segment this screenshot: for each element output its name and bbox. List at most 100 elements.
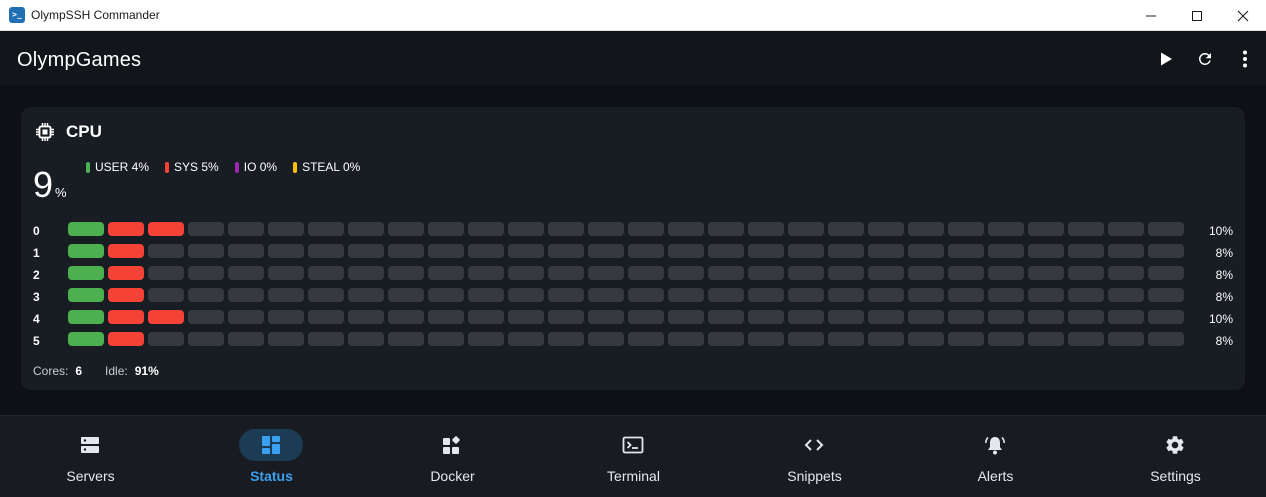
cpu-stats: Cores: 6 Idle: 91% [33, 364, 182, 378]
refresh-button[interactable] [1192, 45, 1218, 73]
nav-item-settings[interactable]: Settings [1085, 416, 1266, 497]
usage-segment-empty [988, 266, 1024, 280]
nav-pill-active [239, 429, 303, 461]
nav-label: Docker [430, 468, 475, 484]
usage-segment-empty [948, 310, 984, 324]
legend-sys-swatch [165, 161, 170, 173]
usage-segment-empty [668, 332, 704, 346]
legend-sys: SYS 5% [165, 160, 219, 174]
usage-segment-empty [788, 332, 824, 346]
cpu-total: 9% [33, 167, 67, 203]
usage-segment-empty [788, 244, 824, 258]
nav-pill [58, 429, 122, 461]
usage-segment-empty [788, 222, 824, 236]
usage-segment-empty [1108, 332, 1144, 346]
usage-segment-empty [988, 310, 1024, 324]
usage-segment-empty [308, 310, 344, 324]
nav-item-terminal[interactable]: Terminal [543, 416, 724, 497]
usage-segment-empty [948, 244, 984, 258]
nav-label: Status [250, 468, 293, 484]
usage-segment-empty [708, 332, 744, 346]
usage-segment-empty [188, 222, 224, 236]
nav-label: Alerts [977, 468, 1014, 484]
usage-segment-empty [588, 310, 624, 324]
core-usage-bar [68, 310, 1188, 324]
cpu-card: CPU 9% USER 4% SYS 5% IO 0% STEAL 0% 0 1… [21, 107, 1245, 390]
usage-segment-empty [668, 244, 704, 258]
run-button[interactable] [1153, 45, 1179, 73]
usage-segment-empty [868, 332, 904, 346]
usage-segment-empty [1028, 332, 1064, 346]
cpu-legend: USER 4% SYS 5% IO 0% STEAL 0% [86, 160, 376, 174]
usage-segment-empty [748, 310, 784, 324]
core-usage-bar [68, 266, 1188, 280]
usage-segment-empty [388, 332, 424, 346]
servers-icon [81, 437, 99, 453]
usage-segment-empty [908, 266, 944, 280]
usage-segment-empty [468, 266, 504, 280]
minimize-button[interactable] [1128, 0, 1174, 31]
legend-steal: STEAL 0% [293, 160, 360, 174]
usage-segment-empty [308, 244, 344, 258]
usage-segment-empty [908, 288, 944, 302]
usage-segment-empty [308, 332, 344, 346]
usage-segment-empty [468, 288, 504, 302]
usage-segment-empty [228, 332, 264, 346]
nav-item-docker[interactable]: Docker [362, 416, 543, 497]
usage-segment-empty [468, 222, 504, 236]
close-button[interactable] [1220, 0, 1266, 31]
usage-segment-empty [428, 266, 464, 280]
usage-segment-empty [428, 288, 464, 302]
usage-segment-empty [1148, 332, 1184, 346]
nav-item-status[interactable]: Status [181, 416, 362, 497]
usage-segment-empty [228, 244, 264, 258]
usage-segment-empty [588, 288, 624, 302]
usage-segment-empty [148, 244, 184, 258]
usage-segment-empty [708, 266, 744, 280]
usage-segment-empty [268, 310, 304, 324]
maximize-button[interactable] [1174, 0, 1220, 31]
usage-segment-empty [628, 288, 664, 302]
usage-segment-empty [588, 244, 624, 258]
usage-segment-empty [1068, 244, 1104, 258]
window-titlebar: >_ OlympSSH Commander [0, 0, 1266, 31]
legend-user-swatch [86, 161, 90, 173]
nav-label: Settings [1150, 468, 1201, 484]
usage-segment-empty [268, 222, 304, 236]
usage-segment-empty [388, 222, 424, 236]
nav-item-alerts[interactable]: Alerts [905, 416, 1086, 497]
usage-segment-empty [628, 332, 664, 346]
usage-segment-empty [868, 244, 904, 258]
usage-segment-empty [1148, 222, 1184, 236]
status-content: CPU 9% USER 4% SYS 5% IO 0% STEAL 0% 0 1… [0, 85, 1266, 415]
usage-segment-empty [828, 244, 864, 258]
usage-segment-empty [1148, 288, 1184, 302]
usage-segment-empty [548, 266, 584, 280]
core-row: 5 8% [33, 331, 1233, 353]
usage-segment-empty [908, 310, 944, 324]
nav-item-servers[interactable]: Servers [0, 416, 181, 497]
usage-segment-empty [188, 310, 224, 324]
usage-segment-empty [468, 244, 504, 258]
usage-segment-empty [668, 288, 704, 302]
usage-segment-empty [468, 332, 504, 346]
usage-segment-empty [868, 222, 904, 236]
nav-item-snippets[interactable]: Snippets [724, 416, 905, 497]
usage-segment-empty [1028, 266, 1064, 280]
core-id: 5 [33, 334, 40, 348]
usage-segment-empty [748, 288, 784, 302]
usage-segment-empty [708, 244, 744, 258]
usage-segment-empty [588, 222, 624, 236]
usage-segment-empty [308, 288, 344, 302]
usage-segment-empty [948, 222, 984, 236]
usage-segment-sys [108, 266, 144, 280]
usage-segment-empty [388, 310, 424, 324]
usage-segment-empty [1148, 244, 1184, 258]
usage-segment-empty [628, 222, 664, 236]
usage-segment-empty [1148, 266, 1184, 280]
usage-segment-empty [548, 222, 584, 236]
usage-segment-empty [828, 332, 864, 346]
usage-segment-empty [708, 222, 744, 236]
usage-segment-empty [228, 288, 264, 302]
more-options-button[interactable] [1232, 45, 1258, 73]
